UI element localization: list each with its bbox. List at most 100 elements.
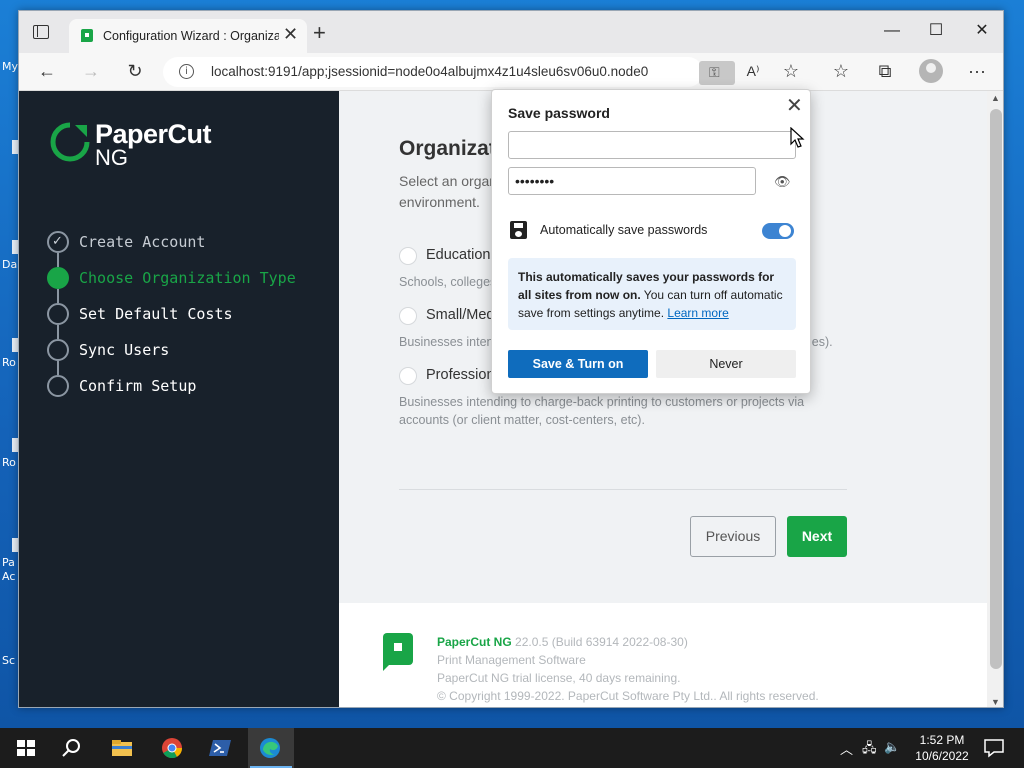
desktop-icon-label[interactable]: My: [2, 60, 18, 73]
maximize-button[interactable]: ☐: [921, 21, 951, 41]
read-aloud-icon[interactable]: A⁾: [741, 61, 765, 81]
tab-actions-icon[interactable]: [33, 25, 49, 39]
password-field[interactable]: ••••••••: [508, 167, 756, 195]
close-popup-icon[interactable]: ✕: [786, 96, 803, 116]
tab-title: Configuration Wizard : Organizat: [103, 29, 279, 43]
new-tab-button[interactable]: +: [313, 22, 326, 44]
step-label: Create Account: [79, 233, 206, 251]
desktop-icon-label[interactable]: Sc: [2, 654, 15, 667]
address-bar[interactable]: i localhost:9191/app;jsessionid=node0o4a…: [163, 57, 735, 87]
step-connector: [57, 289, 59, 303]
footer-version: 22.0.5 (Build 63914 2022-08-30): [511, 635, 688, 649]
step-connector: [57, 361, 59, 375]
step-circle-icon: [47, 303, 69, 325]
powershell-icon[interactable]: [208, 736, 232, 760]
option-description: Businesses intending to charge-back prin…: [399, 395, 805, 427]
wizard-sidebar: PaperCut NG Create Account Choose Organi…: [19, 91, 339, 707]
save-password-popup: Save password ✕ •••••••• 👁 Automatically…: [491, 89, 811, 394]
file-explorer-icon[interactable]: [110, 736, 134, 760]
title-bar: Configuration Wizard : Organizat ✕ + — ☐…: [19, 11, 1003, 53]
step-label: Set Default Costs: [79, 305, 233, 323]
radio-button[interactable]: [399, 307, 417, 325]
desktop-icon-label[interactable]: Pa: [2, 556, 15, 569]
auto-save-toggle[interactable]: [762, 223, 794, 239]
browser-toolbar: ← → ↻ i localhost:9191/app;jsessionid=no…: [19, 53, 1003, 91]
option-title: Education: [426, 247, 491, 263]
auto-save-info: This automatically saves your passwords …: [508, 258, 796, 330]
volume-icon[interactable]: 🔈: [884, 739, 900, 755]
clock-date: 10/6/2022: [915, 749, 969, 763]
papercut-footer-logo-icon: [383, 633, 413, 671]
footer-product-line: PaperCut NG 22.0.5 (Build 63914 2022-08-…: [437, 635, 688, 649]
add-favorite-icon[interactable]: ☆: [779, 61, 803, 81]
step-circle-icon: [47, 375, 69, 397]
step-check-icon: [47, 231, 69, 253]
papercut-favicon-icon: [81, 29, 93, 42]
desktop-icon-label[interactable]: Ac: [2, 570, 15, 583]
save-turn-on-button[interactable]: Save & Turn on: [508, 350, 648, 378]
minimize-button[interactable]: —: [877, 21, 907, 41]
close-window-button[interactable]: ✕: [967, 21, 997, 41]
footer-tagline: Print Management Software: [437, 653, 586, 667]
footer-license: PaperCut NG trial license, 40 days remai…: [437, 671, 681, 685]
page-footer: PaperCut NG 22.0.5 (Build 63914 2022-08-…: [339, 603, 987, 707]
scroll-thumb[interactable]: [990, 109, 1002, 669]
scroll-up-icon[interactable]: ▲: [991, 93, 1000, 103]
forward-button[interactable]: →: [79, 61, 103, 81]
option-description-tail: ies).: [809, 335, 833, 349]
footer-product: PaperCut NG: [437, 635, 512, 649]
address-text[interactable]: localhost:9191/app;jsessionid=node0o4alb…: [211, 64, 648, 79]
site-info-icon[interactable]: i: [179, 64, 194, 79]
step-label: Confirm Setup: [79, 377, 197, 395]
desktop-icon-label[interactable]: Ro: [2, 356, 16, 369]
username-field[interactable]: [508, 131, 796, 159]
show-hidden-icons-icon[interactable]: ︿: [840, 739, 853, 758]
desktop-icon-label[interactable]: Da: [2, 258, 17, 271]
browser-tab[interactable]: Configuration Wizard : Organizat ✕: [69, 19, 307, 53]
divider: [399, 489, 847, 490]
learn-more-link[interactable]: Learn more: [667, 306, 728, 320]
collections-icon[interactable]: ⧉: [873, 61, 897, 81]
step-active-icon: [47, 267, 69, 289]
radio-button[interactable]: [399, 367, 417, 385]
system-clock[interactable]: 1:52 PM 10/6/2022: [910, 732, 974, 764]
footer-copyright: © Copyright 1999-2022. PaperCut Software…: [437, 689, 819, 703]
save-disk-icon: [510, 221, 527, 239]
step-label: Sync Users: [79, 341, 170, 359]
password-key-icon[interactable]: ⚿: [699, 61, 735, 85]
clock-time: 1:52 PM: [919, 733, 965, 747]
papercut-logo-icon: [50, 122, 90, 162]
step-label: Choose Organization Type: [79, 269, 296, 287]
search-icon[interactable]: [60, 736, 84, 760]
popup-title: Save password: [508, 105, 610, 121]
logo-sub: NG: [95, 145, 128, 170]
settings-menu-icon[interactable]: ···: [965, 61, 989, 81]
favorites-icon[interactable]: ☆: [829, 61, 853, 81]
show-password-eye-icon[interactable]: 👁: [774, 174, 791, 190]
step-connector: [57, 325, 59, 339]
never-button[interactable]: Never: [656, 350, 796, 378]
profile-avatar[interactable]: [919, 59, 943, 83]
edge-icon[interactable]: [258, 736, 282, 760]
browser-window: Configuration Wizard : Organizat ✕ + — ☐…: [18, 10, 1004, 708]
network-icon[interactable]: 🖧: [862, 739, 877, 761]
mouse-cursor-icon: [790, 127, 805, 148]
notifications-icon[interactable]: [982, 736, 1006, 760]
refresh-button[interactable]: ↻: [123, 61, 147, 81]
option-title: Profession: [426, 367, 495, 383]
auto-save-label: Automatically save passwords: [540, 223, 708, 237]
page-title: Organizat: [399, 137, 496, 160]
radio-button[interactable]: [399, 247, 417, 265]
scroll-down-icon[interactable]: ▼: [991, 697, 1000, 707]
option-title: Small/Med: [426, 307, 495, 323]
previous-button[interactable]: Previous: [690, 516, 776, 557]
next-button[interactable]: Next: [787, 516, 847, 557]
desktop-icon-label[interactable]: Ro: [2, 456, 16, 469]
chrome-icon[interactable]: [160, 736, 184, 760]
tab-close-icon[interactable]: ✕: [283, 25, 298, 43]
start-windows-icon[interactable]: [14, 736, 38, 760]
page-scrollbar[interactable]: ▲ ▼: [987, 91, 1003, 707]
taskbar: ︿ 🖧 🔈 1:52 PM 10/6/2022: [0, 728, 1024, 768]
step-circle-icon: [47, 339, 69, 361]
back-button[interactable]: ←: [35, 61, 59, 81]
